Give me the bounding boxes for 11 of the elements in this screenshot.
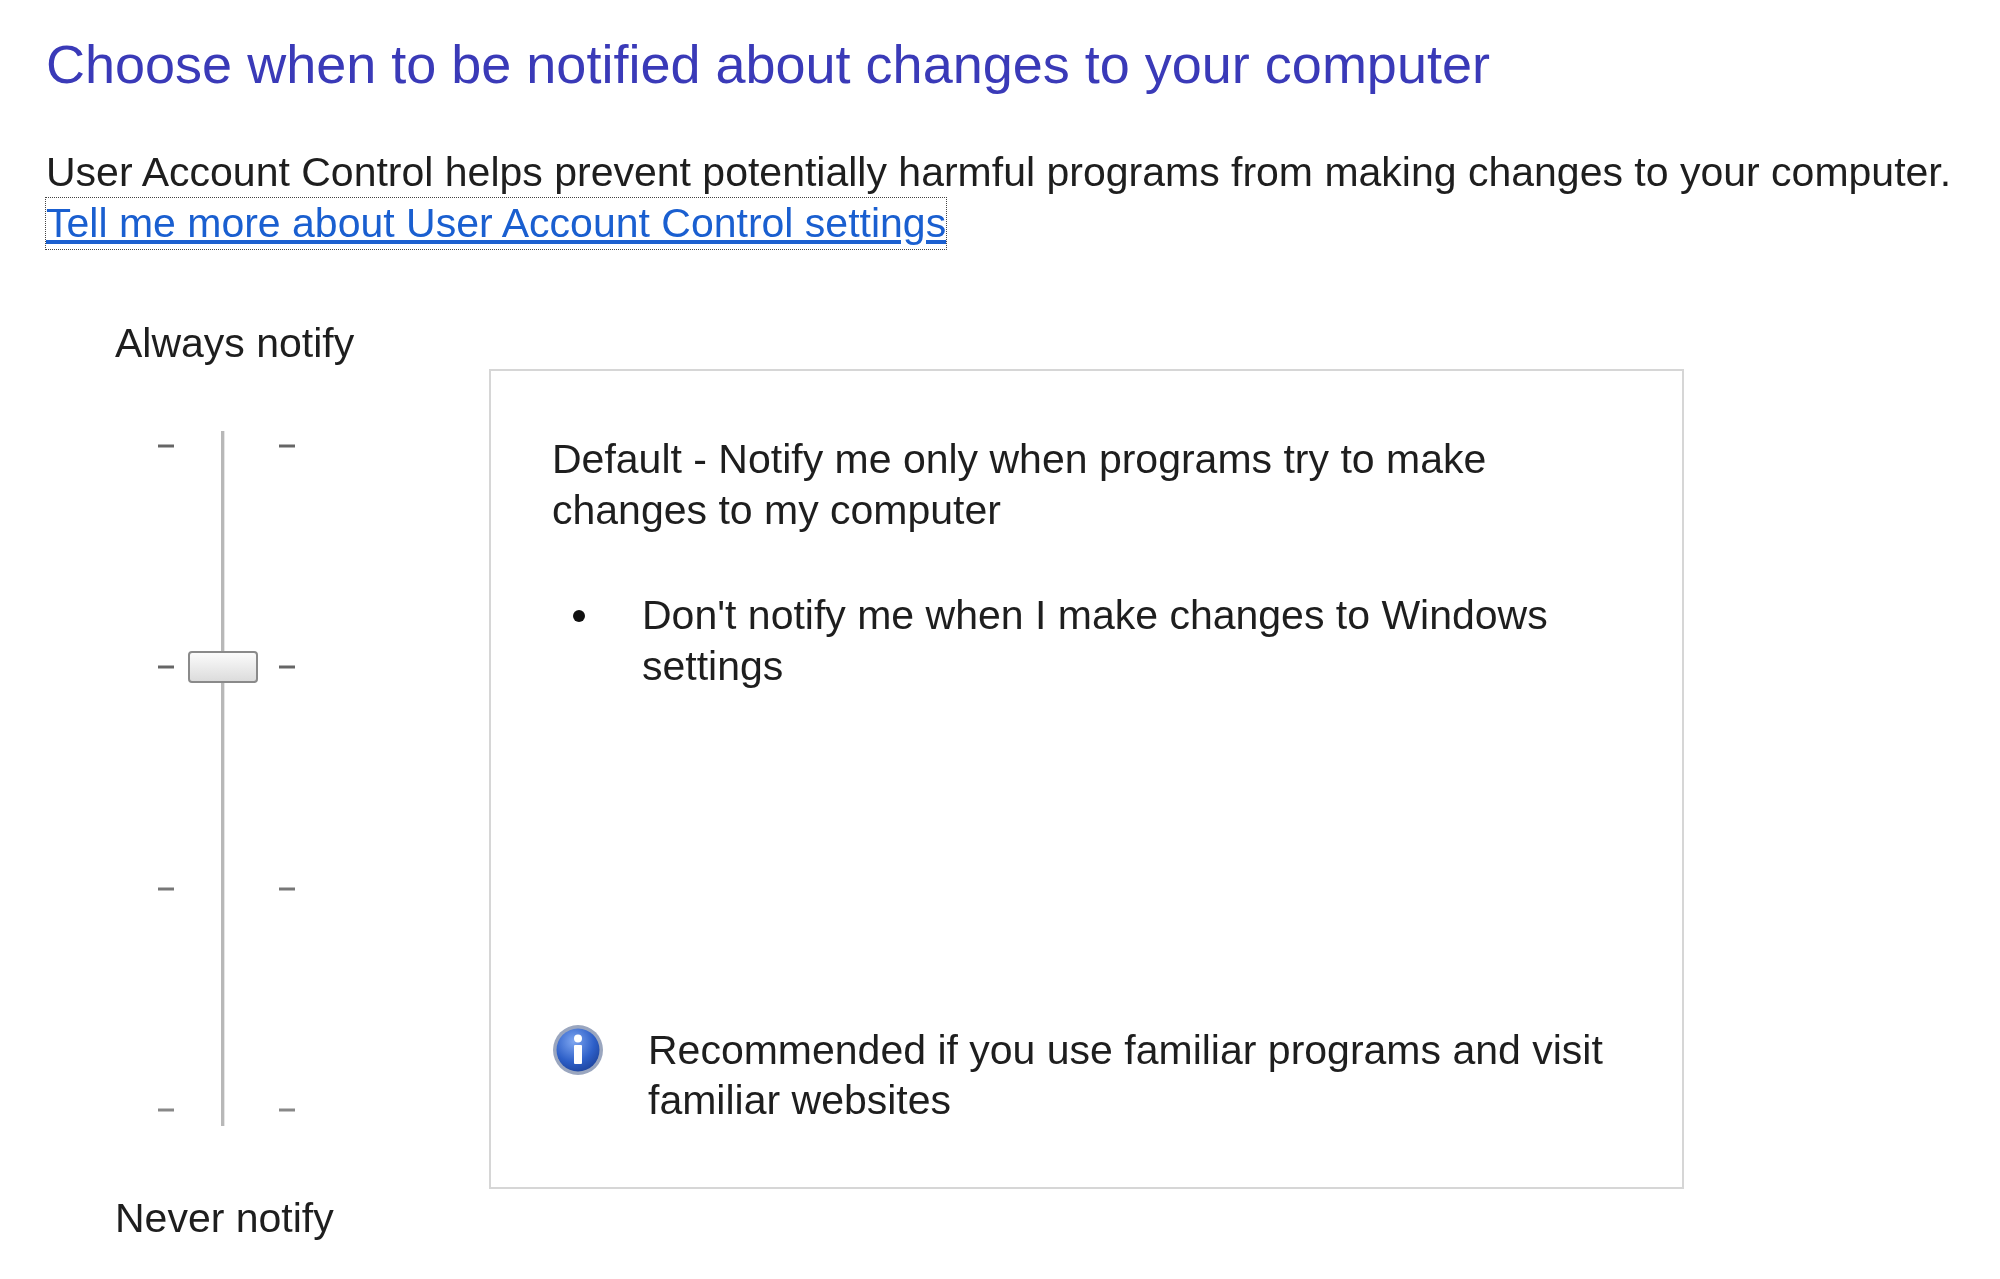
help-link[interactable]: Tell me more about User Account Control settings — [46, 198, 947, 249]
slider-top-label: Always notify — [115, 319, 355, 367]
slider-thumb[interactable] — [188, 651, 258, 684]
description-text: User Account Control helps prevent potentially harmful programs from making changes to your computer. — [46, 148, 1952, 197]
slider-bottom-label: Never notify — [115, 1194, 334, 1242]
page-title: Choose when to be notified about changes to your computer — [46, 33, 1490, 96]
bullet-text: Don't notify me when I make changes to Windows settings — [642, 591, 1549, 691]
recommendation-text: Recommended if you use familiar programs and visit familiar websites — [648, 1026, 1604, 1125]
setting-heading: Default - Notify me only when programs try to make changes to my computer — [552, 435, 1488, 535]
info-icon — [552, 1024, 604, 1076]
bullet-icon — [573, 610, 585, 622]
